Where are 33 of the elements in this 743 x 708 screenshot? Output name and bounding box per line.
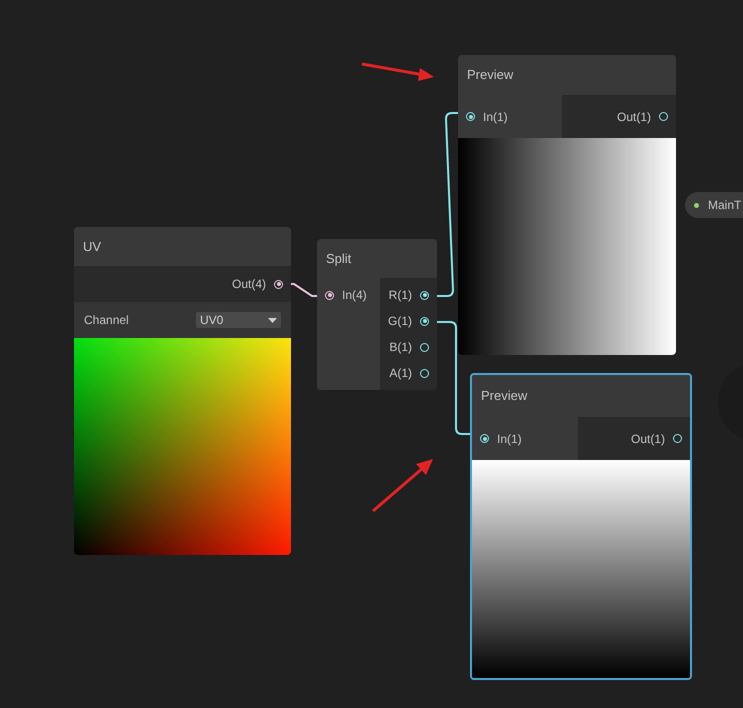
port-icon[interactable]	[420, 290, 429, 300]
channel-dropdown[interactable]: UV0	[196, 312, 281, 328]
port-icon[interactable]	[420, 316, 429, 326]
arrow-icon	[360, 60, 436, 82]
node-title: Split	[317, 239, 437, 278]
port-label: R(1)	[388, 287, 412, 304]
port-icon[interactable]	[673, 434, 682, 443]
node-card[interactable]: Preview In(1) Out(1)	[470, 373, 692, 680]
pill-label: MainT	[708, 197, 742, 214]
port-label: In(4)	[342, 287, 367, 304]
property-pill[interactable]: MainT	[685, 192, 743, 218]
port-icon[interactable]	[480, 434, 489, 443]
node-card[interactable]: Preview In(1) Out(1)	[458, 55, 676, 355]
port-label: A(1)	[389, 365, 412, 382]
port-icon[interactable]	[659, 112, 668, 121]
port-icon[interactable]	[274, 280, 283, 288]
port-icon[interactable]	[420, 368, 429, 378]
node-title: Preview	[472, 375, 690, 417]
port-icon[interactable]	[420, 342, 429, 352]
node-card[interactable]: Split In(4) R(1) G(1) B(1) A(1)	[317, 239, 437, 390]
node-title: UV	[74, 227, 291, 266]
port-label: In(1)	[483, 108, 508, 126]
port-icon[interactable]	[466, 112, 475, 121]
port-label: G(1)	[388, 313, 412, 330]
node-title: Preview	[458, 55, 676, 95]
caret-icon	[268, 318, 277, 322]
port-icon[interactable]	[325, 290, 334, 300]
port-label: Out(1)	[616, 108, 651, 126]
port-label: In(1)	[497, 430, 522, 448]
port-label: Out(1)	[630, 430, 665, 448]
port-label: B(1)	[389, 339, 412, 356]
field-label: Channel	[84, 312, 129, 329]
port-label: Out(4)	[232, 276, 266, 293]
